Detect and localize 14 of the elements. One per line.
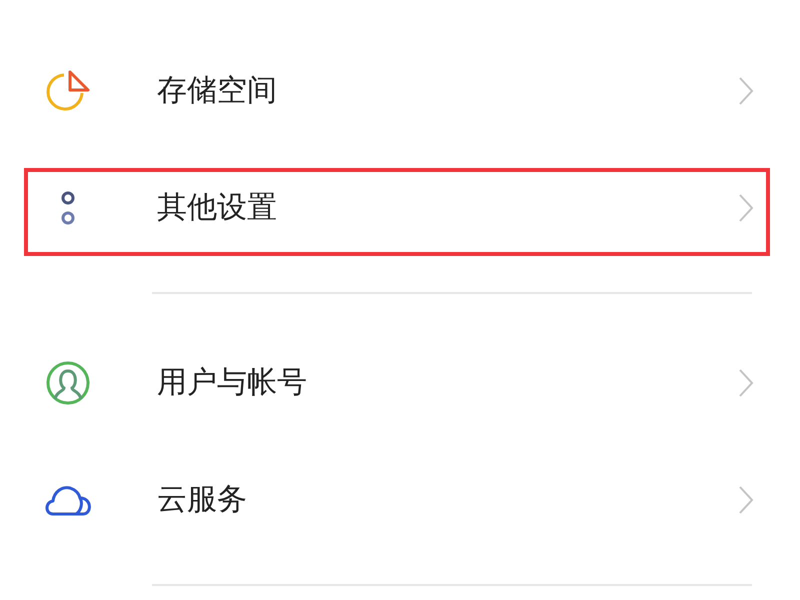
chevron-icon xyxy=(738,368,754,398)
item-label: 用户与帐号 xyxy=(157,364,308,402)
settings-item[interactable]: 其他设置 xyxy=(0,149,800,266)
item-label: 云服务 xyxy=(157,481,248,519)
item-label: 其他设置 xyxy=(157,189,278,227)
pie-chart-icon xyxy=(44,68,92,112)
settings-item[interactable]: 云服务 xyxy=(0,441,800,558)
chevron-icon xyxy=(738,76,754,106)
chevron-icon xyxy=(738,192,754,222)
settings-item[interactable]: 存储空间 xyxy=(0,32,800,149)
chevron-icon xyxy=(738,484,754,514)
settings-item[interactable]: 用户与帐号 xyxy=(0,324,800,441)
item-label: 存储空间 xyxy=(157,72,278,110)
user-icon xyxy=(44,360,90,406)
